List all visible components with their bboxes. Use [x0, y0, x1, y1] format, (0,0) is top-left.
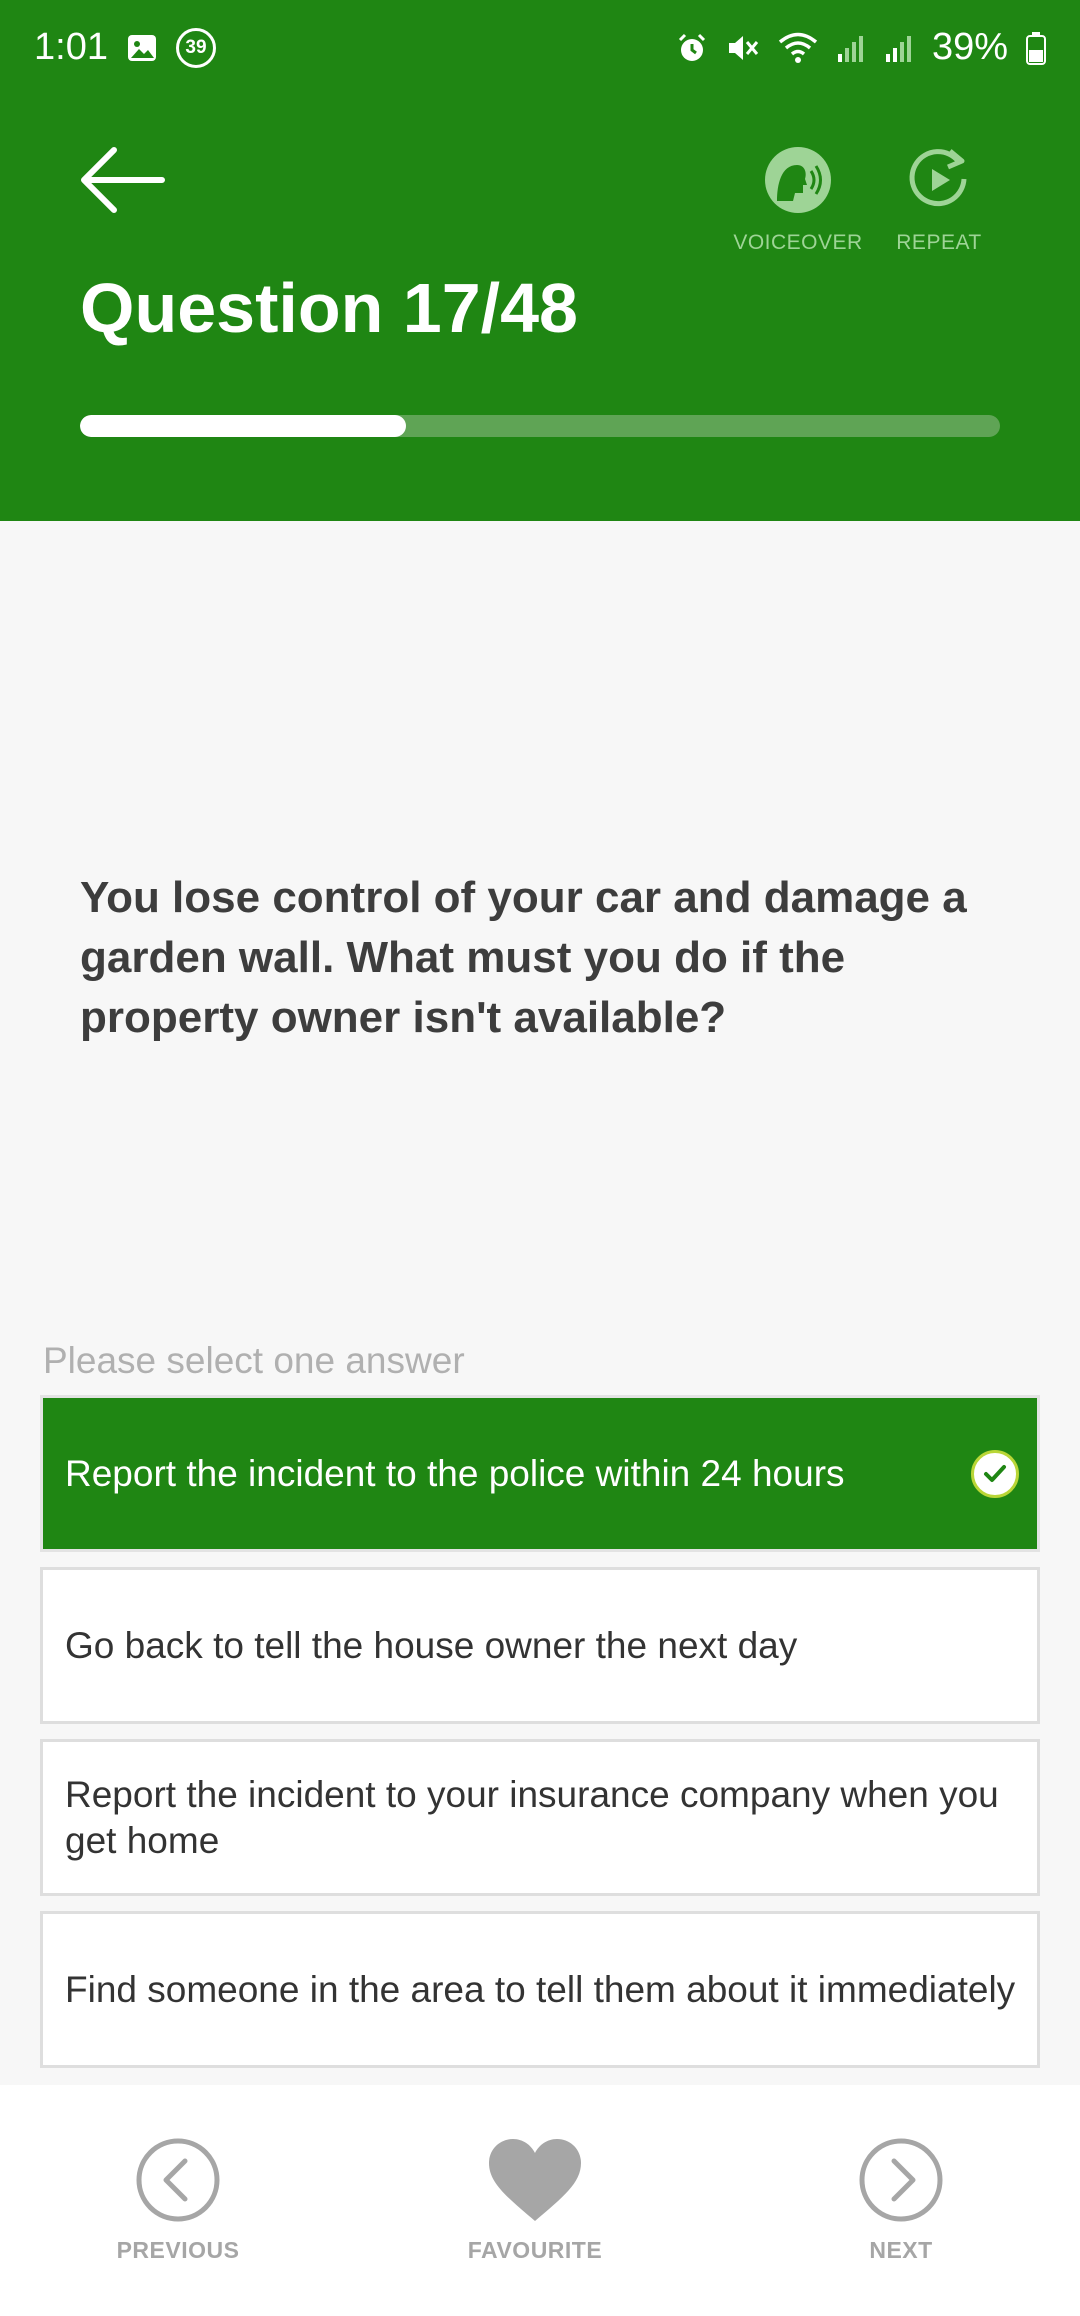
progress-bar: [80, 415, 1000, 437]
progress-fill: [80, 415, 406, 437]
voiceover-label: VOICEOVER: [733, 231, 863, 254]
answer-text: Go back to tell the house owner the next…: [65, 1624, 798, 1666]
gallery-icon: [126, 32, 158, 64]
signal-icon: [836, 32, 866, 64]
question-text: You lose control of your car and damage …: [80, 873, 967, 1042]
previous-label: PREVIOUS: [116, 2237, 240, 2263]
heart-icon: [489, 2139, 581, 2221]
next-label: NEXT: [869, 2237, 933, 2263]
answer-text: Report the incident to your insurance co…: [65, 1773, 999, 1861]
notification-count-badge: 39: [175, 27, 216, 68]
answer-prompt: Please select one answer: [43, 1340, 465, 1381]
next-button[interactable]: NEXT: [801, 2137, 1001, 2264]
back-button[interactable]: [78, 140, 168, 220]
repeat-button[interactable]: REPEAT: [864, 145, 1014, 265]
signal-icon-2: [884, 32, 914, 64]
answer-option-2[interactable]: Go back to tell the house owner the next…: [40, 1567, 1040, 1724]
voiceover-button[interactable]: VOICEOVER: [723, 145, 873, 265]
header: 1:01 39 39% VOICEOVER REPEAT Question 17…: [0, 0, 1080, 521]
answer-option-1[interactable]: Report the incident to the police within…: [40, 1395, 1040, 1552]
answer-option-3[interactable]: Report the incident to your insurance co…: [40, 1739, 1040, 1896]
voiceover-icon: [765, 147, 831, 213]
status-bar: 1:01 39 39%: [0, 0, 1080, 95]
chevron-right-icon: [859, 2138, 943, 2222]
page-title: Question 17/48: [80, 269, 578, 347]
replay-icon: [909, 149, 967, 207]
mute-icon: [726, 32, 760, 64]
answer-option-4[interactable]: Find someone in the area to tell them ab…: [40, 1911, 1040, 2068]
battery-icon: [1026, 31, 1046, 65]
previous-button[interactable]: PREVIOUS: [78, 2137, 278, 2264]
check-icon: [971, 1449, 1019, 1498]
alarm-icon: [676, 32, 708, 64]
status-time: 1:01: [34, 26, 108, 68]
chevron-left-icon: [136, 2138, 220, 2222]
repeat-label: REPEAT: [896, 231, 982, 254]
favourite-button[interactable]: FAVOURITE: [435, 2137, 635, 2264]
answer-text: Find someone in the area to tell them ab…: [65, 1968, 1016, 2010]
bottom-nav: PREVIOUS FAVOURITE NEXT: [0, 2085, 1080, 2316]
battery-percent: 39%: [931, 26, 1008, 68]
answer-list: Report the incident to the police within…: [40, 1395, 1040, 2068]
arrow-left-icon: [81, 147, 165, 213]
wifi-icon: [778, 31, 818, 65]
favourite-label: FAVOURITE: [467, 2237, 603, 2263]
answer-text: Report the incident to the police within…: [65, 1452, 845, 1494]
